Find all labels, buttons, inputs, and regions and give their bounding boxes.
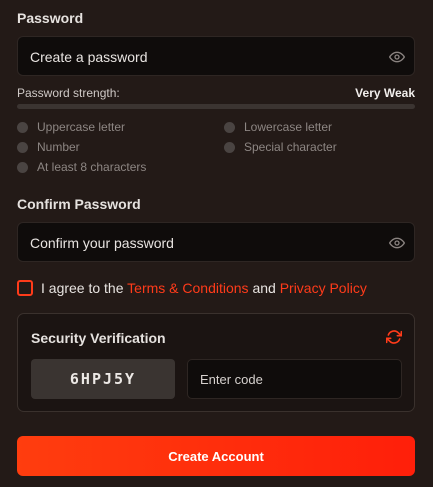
requirement-label: Special character [244, 140, 337, 154]
terms-link[interactable]: Terms & Conditions [127, 280, 248, 296]
status-dot-icon [17, 121, 28, 133]
status-dot-icon [224, 141, 235, 153]
requirement-label: Number [37, 140, 80, 154]
terms-and: and [252, 280, 276, 296]
confirm-password-label: Confirm Password [17, 196, 141, 212]
requirement-special: Special character [224, 140, 337, 154]
confirm-password-field[interactable]: Confirm your password [17, 222, 415, 262]
requirement-label: Lowercase letter [244, 120, 333, 134]
strength-label: Password strength: [17, 86, 120, 100]
captcha-code-input[interactable]: Enter code [187, 359, 402, 399]
requirement-uppercase: Uppercase letter [17, 120, 125, 134]
privacy-link[interactable]: Privacy Policy [280, 280, 367, 296]
security-verification-panel: Security Verification 6HPJ5Y Enter code [17, 313, 415, 412]
terms-checkbox[interactable] [17, 280, 33, 296]
code-placeholder: Enter code [200, 372, 263, 387]
captcha-image: 6HPJ5Y [31, 359, 175, 399]
password-label: Password [17, 10, 84, 26]
signup-form: Password Create a password Password stre… [0, 0, 433, 487]
strength-bar [17, 104, 415, 109]
eye-icon[interactable] [389, 235, 405, 251]
status-dot-icon [17, 141, 28, 153]
terms-text: I agree to the Terms & Conditions and Pr… [41, 280, 367, 296]
requirement-lowercase: Lowercase letter [224, 120, 332, 134]
create-account-button[interactable]: Create Account [17, 436, 415, 476]
requirement-label: At least 8 characters [37, 160, 147, 174]
eye-icon[interactable] [389, 49, 405, 65]
requirement-number: Number [17, 140, 80, 154]
security-title: Security Verification [31, 330, 166, 346]
password-field[interactable]: Create a password [17, 36, 415, 76]
strength-value: Very Weak [355, 86, 415, 100]
terms-prefix: I agree to the [41, 280, 124, 296]
refresh-icon[interactable] [386, 329, 402, 345]
requirement-label: Uppercase letter [37, 120, 126, 134]
requirement-length: At least 8 characters [17, 160, 146, 174]
status-dot-icon [224, 121, 235, 133]
password-placeholder: Create a password [30, 49, 148, 65]
confirm-password-placeholder: Confirm your password [30, 235, 174, 251]
status-dot-icon [17, 161, 28, 173]
